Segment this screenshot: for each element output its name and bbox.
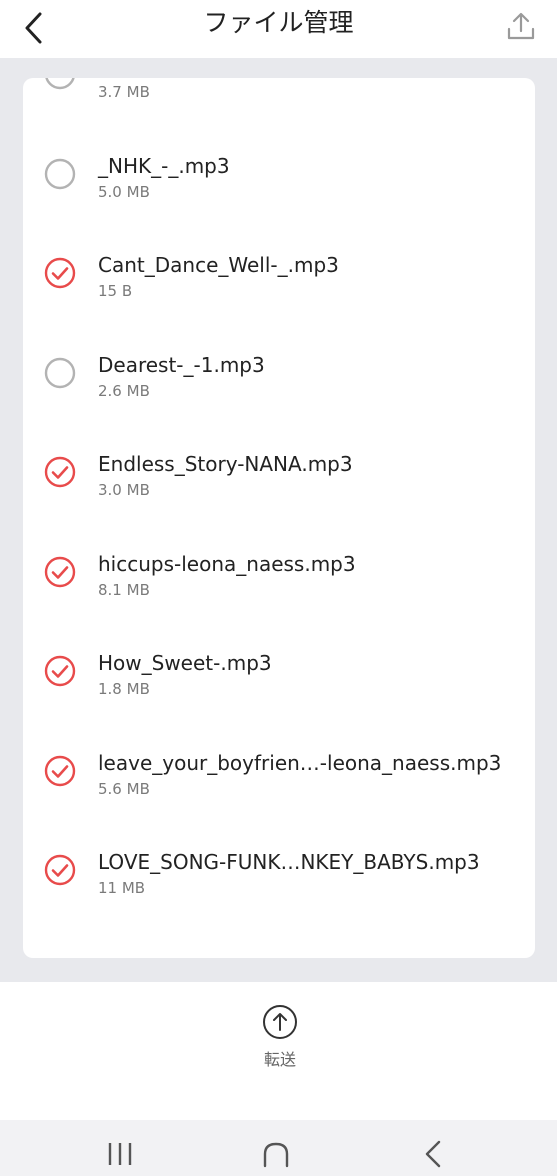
home-button[interactable] [246,1134,306,1174]
file-row[interactable]: LOVE_SONG-FUNK…NKEY_BABYS.mp3 11 MB [23,824,535,924]
file-name: LOVE_SONG-FUNK…NKEY_BABYS.mp3 [98,850,480,874]
file-size: 5.0 MB [98,182,150,201]
file-name: How_Sweet-.mp3 [98,651,272,675]
transfer-button[interactable]: 転送 [238,1000,322,1078]
file-name: Cant_Dance_Well-_.mp3 [98,253,339,277]
system-back-button[interactable] [404,1134,464,1174]
arrow-up-circle-icon [263,1005,297,1039]
file-row[interactable]: Dearest-_-1.mp3 2.6 MB [23,327,535,427]
file-list: _LOVE_SONG-FUNKY_MONKEY_BABYS.mp33.7 MB_… [23,78,535,924]
file-size: 15 B [98,282,133,300]
checked-circle-icon[interactable] [44,456,76,488]
file-size: 2.6 MB [98,381,150,400]
checked-circle-icon[interactable] [44,655,76,687]
file-size: 8.1 MB [98,580,150,599]
checked-circle-icon[interactable] [44,755,76,787]
file-list-area[interactable]: _LOVE_SONG-FUNKY_MONKEY_BABYS.mp33.7 MB_… [0,58,557,982]
recent-apps-button[interactable] [90,1134,150,1174]
file-row[interactable]: How_Sweet-.mp3 1.8 MB [23,625,535,725]
file-row[interactable]: _LOVE_SONG-FUNKY_MONKEY_BABYS.mp3 3.7 MB [23,78,535,128]
upload-icon [507,12,535,40]
file-size: 5.6 MB [98,779,150,798]
checked-circle-icon[interactable] [44,556,76,588]
file-row[interactable]: leave_your_boyfrien…-leona_naess.mp3 5.6 … [23,725,535,825]
unchecked-circle-icon[interactable] [44,357,76,389]
file-size: 3.7 MB [98,83,150,101]
unchecked-circle-icon[interactable] [44,78,76,90]
checked-circle-icon[interactable] [44,257,76,289]
file-size: 3.0 MB [98,481,150,499]
home-icon [263,1142,289,1168]
file-size: 11 MB [98,879,146,897]
recent-apps-icon [108,1143,132,1165]
file-name: leave_your_boyfrien…-leona_naess.mp3 [98,750,502,775]
checked-circle-icon[interactable] [44,854,76,886]
file-name: _LOVE_SONG-FUNKY_MONKEY_BABYS.mp3 [98,78,524,79]
file-row[interactable]: _NHK_-_.mp3 5.0 MB [23,128,535,228]
file-row[interactable]: hiccups-leona_naess.mp3 8.1 MB [23,526,535,626]
file-name: _NHK_-_.mp3 [98,153,230,178]
back-arrow-icon [425,1140,441,1168]
action-bar: 転送 [0,982,557,1120]
transfer-label: 転送 [263,1050,296,1069]
file-list-card: _LOVE_SONG-FUNKY_MONKEY_BABYS.mp33.7 MB_… [23,78,535,958]
page-title: ファイル管理 [203,8,354,37]
unchecked-circle-icon[interactable] [44,158,76,190]
file-name: Dearest-_-1.mp3 [98,352,265,377]
file-manager-screen: ファイル管理 _LOVE_SONG-FUNKY_MONKEY_BABYS.mp3… [0,0,557,1176]
file-size: 1.8 MB [98,680,150,698]
file-name: hiccups-leona_naess.mp3 [98,551,356,576]
file-name: Endless_Story-NANA.mp3 [98,452,353,476]
file-row[interactable]: Endless_Story-NANA.mp3 3.0 MB [23,426,535,526]
upload-button[interactable] [499,6,543,46]
system-nav-bar [0,1120,557,1176]
top-bar: ファイル管理 [0,0,557,58]
file-row[interactable]: Cant_Dance_Well-_.mp3 15 B [23,227,535,327]
